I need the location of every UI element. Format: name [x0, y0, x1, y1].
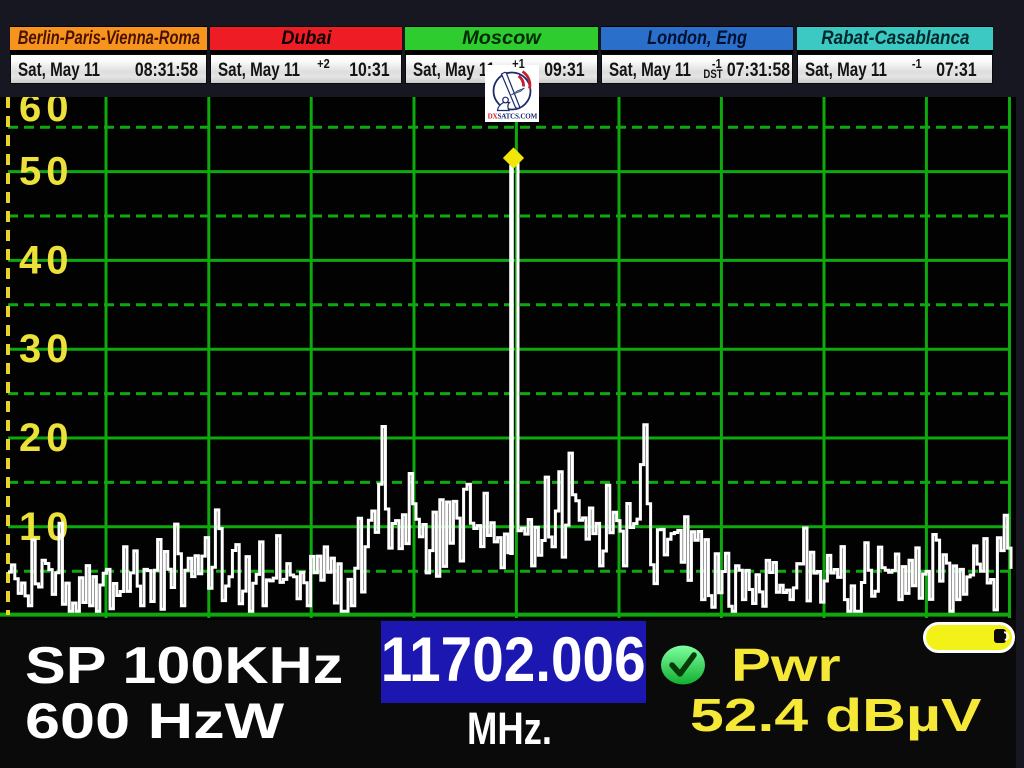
svg-text:10: 10 [19, 505, 74, 549]
svg-text:40: 40 [19, 238, 74, 282]
svg-text:50: 50 [19, 150, 74, 194]
svg-text:30: 30 [19, 327, 74, 371]
svg-text:DXSATCS.COM: DXSATCS.COM [488, 113, 538, 121]
svg-text:60: 60 [19, 97, 74, 130]
svg-text:20: 20 [19, 416, 74, 460]
